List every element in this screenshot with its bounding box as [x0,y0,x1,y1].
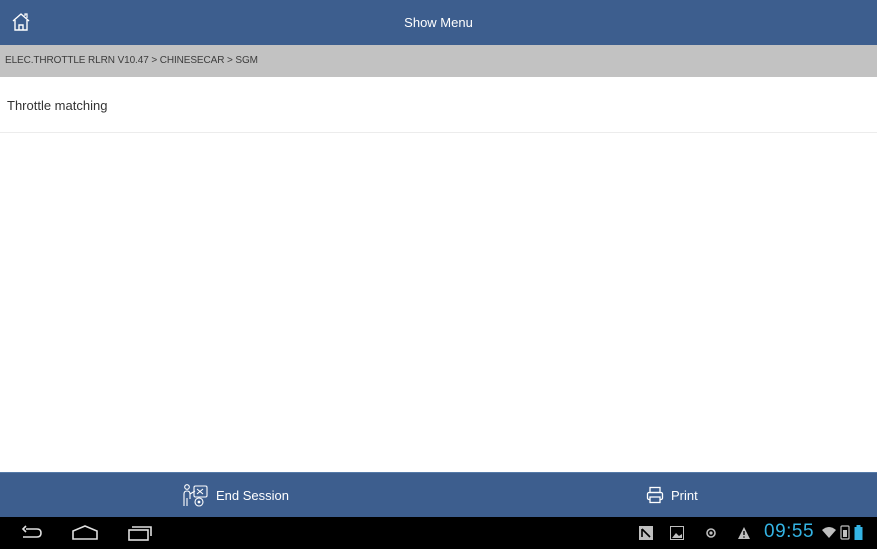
clock: 09:55 [764,521,815,542]
wifi-icon [821,525,837,544]
battery-icon [854,525,863,545]
printer-icon [646,486,664,504]
end-session-icon [183,484,208,507]
signal-icon [840,525,850,545]
warning-icon [737,526,751,545]
menu-list: Throttle matching [0,77,877,133]
system-nav-bar: 09:55 [0,517,877,549]
menu-item-throttle-matching[interactable]: Throttle matching [0,77,877,133]
breadcrumb: ELEC.THROTTLE RLRN V10.47 > CHINESECAR >… [0,45,877,77]
recent-apps-icon[interactable] [127,524,153,547]
top-bar: Show Menu [0,0,877,45]
end-session-button[interactable]: End Session [180,473,289,517]
back-icon[interactable] [20,524,44,547]
sync-icon [704,526,718,545]
print-button[interactable]: Print [645,473,698,517]
end-session-label: End Session [216,487,289,503]
page-title: Show Menu [404,15,473,30]
notification-app-icon [639,526,653,545]
print-label: Print [671,487,698,503]
home-nav-icon[interactable] [71,524,99,547]
bottom-action-bar: End Session Print [0,472,877,517]
image-notification-icon [670,526,684,545]
